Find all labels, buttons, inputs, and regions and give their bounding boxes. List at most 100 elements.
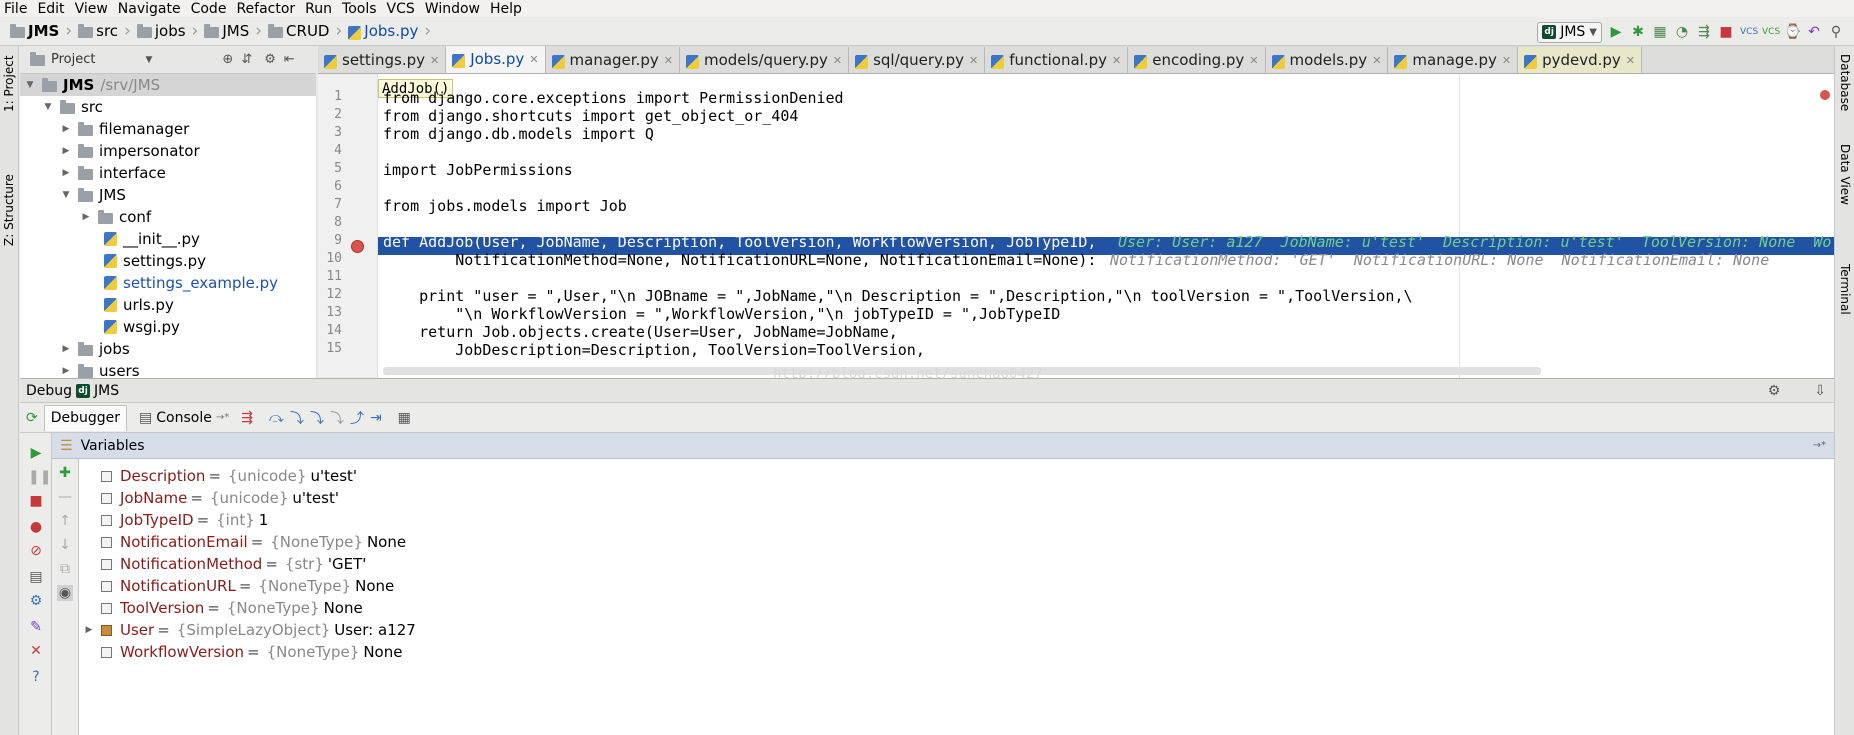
data-view-tool-tab[interactable]: Data View [1838,144,1852,205]
close-icon[interactable]: ✕ [1502,54,1511,67]
menu-edit[interactable]: Edit [37,1,64,17]
close-icon[interactable]: ✕ [664,54,673,67]
project-tool-tab[interactable]: 1: Project [2,55,16,112]
editor-tab[interactable]: manager.py ✕ [546,47,680,73]
tree-item[interactable]: wsgi.py [104,316,180,338]
tree-item[interactable]: settings_example.py [104,272,278,294]
tree-item[interactable]: ▼ src [42,96,103,118]
editor-tab[interactable]: functional.py ✕ [985,47,1129,73]
code-editor[interactable]: 1 2 3 4 5 6 7 8 9 10 11 12 13 14 15 AddJ… [318,74,1834,378]
tree-item[interactable]: ▼ JMS [60,184,126,206]
editor-tab[interactable]: settings.py ✕ [318,47,447,73]
variable-row[interactable]: ToolVersion = {NoneType} None [101,597,363,619]
close-icon[interactable]: ✕ [529,53,538,66]
resume-icon[interactable]: ▶ [28,445,44,461]
debug-config-name[interactable]: JMS [94,383,119,399]
tab-console[interactable]: ▤ Console →* [133,405,235,431]
breadcrumb-item[interactable]: jobs › [131,22,198,40]
variable-row[interactable]: NotificationEmail = {NoneType} None [101,531,406,553]
move-up-icon[interactable]: ↑ [57,513,73,529]
search-icon[interactable]: ⚲ [1828,24,1844,40]
close-icon[interactable]: ✕ [1249,54,1258,67]
hide-panel-icon[interactable]: ⇤ [284,52,295,67]
menu-tools[interactable]: Tools [342,1,377,17]
pin-icon[interactable]: →* [1813,440,1826,451]
close-icon[interactable]: ✕ [1112,54,1121,67]
variable-row[interactable]: NotificationMethod = {str} 'GET' [101,553,366,575]
vcs-update-icon[interactable]: VCS [1740,24,1758,40]
debug-icon[interactable]: ✱ [1630,24,1646,40]
vcs-commit-icon[interactable]: VCS [1762,24,1780,40]
tree-item[interactable]: ▼ JMS/srv/JMS [20,74,316,96]
duplicate-icon[interactable]: ⧉ [57,561,73,577]
run-configuration-select[interactable]: dj JMS ▼ [1537,21,1602,43]
menu-code[interactable]: Code [191,1,227,17]
new-watch-icon[interactable]: ✚ [57,465,73,481]
sync-icon[interactable]: ⊕ [222,52,233,67]
revert-icon[interactable]: ↶ [1806,24,1822,40]
step-into-icon[interactable]: ⤵ [290,408,304,428]
close-icon[interactable]: ✕ [969,54,978,67]
error-indicator-icon[interactable] [1820,90,1830,100]
settings-icon[interactable]: ⚙ [28,593,44,609]
editor-tab[interactable]: manage.py ✕ [1388,47,1519,73]
menu-help[interactable]: Help [490,1,522,17]
run-icon[interactable]: ▶ [1608,24,1624,40]
editor-gutter[interactable]: 1 2 3 4 5 6 7 8 9 10 11 12 13 14 15 [318,74,378,378]
breadcrumb-item[interactable]: src › [72,22,131,40]
menu-vcs[interactable]: VCS [387,1,415,17]
close-icon[interactable]: ✕ [430,54,439,67]
variable-row[interactable]: JobName = {unicode} u'test' [101,487,339,509]
hide-panel-icon[interactable]: ⇩ [1814,383,1826,399]
editor-tab[interactable]: pydevd.py ✕ [1518,47,1642,73]
collapsed-arrow-icon[interactable]: ▶ [80,212,92,222]
gear-icon[interactable]: ⚙ [1768,383,1781,399]
show-execution-point-icon[interactable]: ⇶ [241,410,253,426]
tree-item[interactable]: ▶ conf [80,206,152,228]
editor-tab[interactable]: models/query.py ✕ [680,47,850,73]
collapse-icon[interactable]: ⇵ [241,52,252,67]
stop-icon[interactable]: ■ [1718,24,1734,40]
close-icon[interactable]: ✕ [833,54,842,67]
concurrency-icon[interactable]: ⇶ [1696,24,1712,40]
view-breakpoints-icon[interactable]: ● [28,519,44,535]
tree-item[interactable]: settings.py [104,250,206,272]
remove-watch-icon[interactable]: — [57,489,73,505]
profile-icon[interactable]: ◔ [1674,24,1690,40]
force-step-into-icon[interactable]: ⤵ [330,408,344,428]
help-icon[interactable]: ? [28,669,44,685]
chevron-down-icon[interactable]: ▼ [145,55,152,65]
move-down-icon[interactable]: ↓ [57,537,73,553]
variable-row[interactable]: Description = {unicode} u'test' [101,465,357,487]
tree-item[interactable]: ▶ jobs [60,338,130,360]
collapsed-arrow-icon[interactable]: ▶ [60,344,72,354]
menu-file[interactable]: File [4,1,27,17]
breadcrumb-item[interactable]: Jobs.py › [342,22,431,40]
restore-layout-icon[interactable]: ▤ [28,569,44,585]
collapsed-arrow-icon[interactable]: ▶ [60,366,72,376]
variable-row[interactable]: ▶ User = {SimpleLazyObject} User: a127 [83,619,416,641]
history-icon[interactable]: ⌚ [1784,24,1801,40]
stop-icon[interactable]: ■ [28,493,44,509]
step-into-my-code-icon[interactable]: ⤵ [310,408,324,428]
expanded-arrow-icon[interactable]: ▼ [60,190,72,200]
variable-row[interactable]: JobTypeID = {int} 1 [101,509,268,531]
pause-icon[interactable]: ❚❚ [28,469,51,485]
breadcrumb-item[interactable]: CRUD › [262,22,342,40]
close-icon[interactable]: ✕ [1626,54,1635,67]
menu-window[interactable]: Window [425,1,480,17]
collapsed-arrow-icon[interactable]: ▶ [60,124,72,134]
project-view-select[interactable]: Project [51,52,95,67]
tree-item[interactable]: urls.py [104,294,174,316]
tree-item[interactable]: ▶ users [60,360,140,378]
menu-run[interactable]: Run [305,1,332,17]
breakpoint-icon[interactable] [351,240,364,253]
expanded-arrow-icon[interactable]: ▼ [42,102,54,112]
variable-row[interactable]: WorkflowVersion = {NoneType} None [101,641,402,663]
tree-item[interactable]: ▶ filemanager [60,118,190,140]
editor-tab[interactable]: models.py ✕ [1266,47,1389,73]
menu-view[interactable]: View [75,1,108,17]
tree-item[interactable]: ▶ impersonator [60,140,200,162]
editor-tab[interactable]: encoding.py ✕ [1128,47,1266,73]
collapsed-arrow-icon[interactable]: ▶ [83,625,95,635]
